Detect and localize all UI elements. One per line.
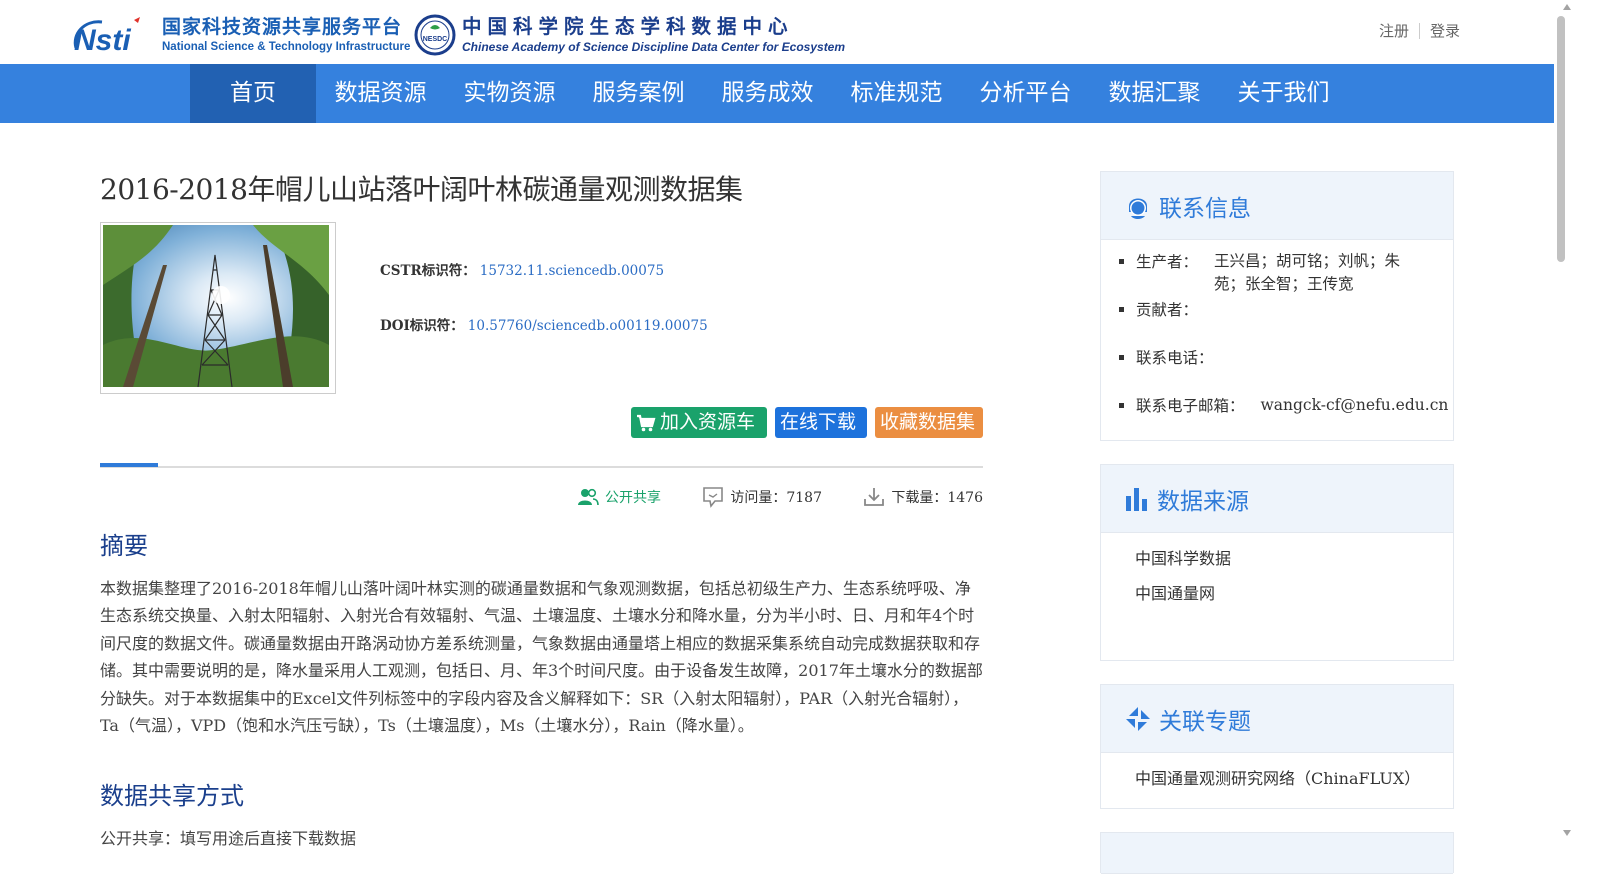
bullet-icon [1119,355,1124,360]
related-topic-header: 关联专题 [1101,685,1453,753]
main-nav-bar: 首页 数据资源 实物资源 服务案例 服务成效 标准规范 分析平台 数据汇聚 关于… [0,64,1554,123]
shopping-cart-icon [637,414,656,431]
logo1-cn-text: 国家科技资源共享服务平台 [162,16,403,38]
email-value[interactable]: wangck-cf@nefu.edu.cn [1261,394,1449,417]
page-scrollbar[interactable] [1554,0,1586,861]
add-to-cart-button[interactable]: 加入资源车 [631,407,767,438]
nsti-logo-mark-icon: Nsti [70,14,156,57]
visit-count: 访问量：7187 [702,486,822,508]
cstr-link[interactable]: 15732.11.sciencedb.00075 [480,263,664,279]
data-source-item[interactable]: 中国科学数据 [1135,545,1231,569]
contributor-row: 贡献者： [1119,298,1214,320]
tab-divider [100,466,983,468]
share-status: 公开共享 [577,487,661,507]
doi-link[interactable]: 10.57760/sciencedb.o00119.00075 [468,318,708,334]
nav-item-home[interactable]: 首页 [190,64,316,123]
download-count-text: 下载量：1476 [891,490,983,506]
bullet-icon [1119,259,1124,264]
nav-item-data-aggregation[interactable]: 数据汇聚 [1090,64,1219,123]
nesdc-badge-icon: NESDC [414,14,456,56]
comment-icon [703,487,724,508]
email-row: 联系电子邮箱： wangck-cf@nefu.edu.cn [1119,394,1448,417]
login-link[interactable]: 登录 [1430,20,1460,41]
related-topic-title: 关联专题 [1159,708,1251,735]
contact-info-card: 联系信息 生产者： 王兴昌；胡可铭；刘帆；朱苑；张全智；王传宽 贡献者： 联系电… [1100,171,1454,441]
main-nav: 首页 数据资源 实物资源 服务案例 服务成效 标准规范 分析平台 数据汇聚 关于… [190,64,1348,123]
contributor-label: 贡献者： [1136,301,1199,319]
nav-item-service-results[interactable]: 服务成效 [703,64,832,123]
dataset-action-buttons: 加入资源车 在线下载 收藏数据集 [631,407,983,438]
logo1-en-text: National Science & Technology Infrastruc… [162,41,411,53]
favorite-dataset-button[interactable]: 收藏数据集 [875,407,983,438]
bullet-icon [1119,403,1124,408]
users-icon [578,488,599,506]
nav-item-analysis-platform[interactable]: 分析平台 [961,64,1090,123]
bullet-icon [1119,307,1124,312]
dataset-stats: 公开共享 访问量：7187 下载量：1476 [577,486,983,508]
auth-links: 注册 登录 [1379,20,1460,41]
sharing-heading: 数据共享方式 [100,782,244,810]
dataset-thumbnail [100,222,336,394]
next-sidebar-card-header [1101,833,1453,874]
svg-text:Nsti: Nsti [74,24,131,56]
next-sidebar-card [1100,832,1454,874]
share-status-text: 公开共享 [605,490,661,506]
cstr-row: CSTR标识符： 15732.11.sciencedb.00075 [380,259,664,279]
nav-item-standards[interactable]: 标准规范 [832,64,961,123]
related-topic-card: 关联专题 中国通量观测研究网络（ChinaFLUX） [1100,684,1454,809]
nav-item-service-cases[interactable]: 服务案例 [574,64,703,123]
doi-row: DOI标识符： 10.57760/sciencedb.o00119.00075 [380,314,708,334]
bar-chart-icon [1126,487,1147,511]
nav-item-data-resources[interactable]: 数据资源 [316,64,445,123]
sharing-text: 公开共享：填写用途后直接下载数据 [100,829,357,848]
cstr-label: CSTR标识符： [380,263,476,279]
email-label: 联系电子邮箱： [1136,397,1245,415]
phone-label: 联系电话： [1136,349,1214,367]
nesdc-logo[interactable]: NESDC 中国科学院生态学科数据中心 Chinese Academy of S… [414,14,845,56]
data-source-title: 数据来源 [1157,488,1249,515]
download-icon [864,488,885,506]
add-to-cart-label: 加入资源车 [660,411,756,433]
download-count: 下载量：1476 [863,487,983,507]
abstract-heading: 摘要 [100,532,148,560]
scroll-up-arrow-icon[interactable] [1563,4,1571,10]
scroll-down-arrow-icon[interactable] [1563,830,1571,836]
scroll-thumb[interactable] [1557,16,1565,262]
related-topic-item[interactable]: 中国通量观测研究网络（ChinaFLUX） [1135,765,1425,789]
data-source-card: 数据来源 中国科学数据 中国通量网 [1100,464,1454,661]
doi-label: DOI标识符： [380,318,464,334]
producer-value: 王兴昌；胡可铭；刘帆；朱苑；张全智；王传宽 [1214,252,1401,293]
logo2-en-text: Chinese Academy of Science Discipline Da… [462,40,846,54]
data-source-item[interactable]: 中国通量网 [1135,580,1215,604]
flux-tower-forest-image [103,225,329,387]
active-tab-indicator [100,463,158,467]
data-source-header: 数据来源 [1101,465,1453,533]
producer-label: 生产者： [1136,253,1199,271]
nav-item-physical-resources[interactable]: 实物资源 [445,64,574,123]
nav-item-about-us[interactable]: 关于我们 [1219,64,1348,123]
abstract-text: 本数据集整理了2016-2018年帽儿山落叶阔叶林实测的碳通量数据和气象观测数据… [100,579,983,736]
contact-info-title: 联系信息 [1159,195,1251,222]
dataset-title: 2016-2018年帽儿山站落叶阔叶林碳通量观测数据集 [100,173,743,206]
svg-text:NESDC: NESDC [423,36,448,43]
contact-person-icon [1129,198,1147,219]
logo2-cn-text: 中国科学院生态学科数据中心 [462,15,794,38]
top-header: Nsti 国家科技资源共享服务平台 National Science & Tec… [0,0,1586,64]
auth-divider [1418,22,1420,39]
producer-row: 生产者： 王兴昌；胡可铭；刘帆；朱苑；张全智；王传宽 [1119,250,1424,296]
phone-row: 联系电话： [1119,346,1230,368]
contact-info-header: 联系信息 [1101,172,1453,240]
topic-arrows-icon [1126,706,1150,731]
online-download-button[interactable]: 在线下载 [775,407,867,438]
visit-count-text: 访问量：7187 [730,490,822,506]
nsti-logo[interactable]: Nsti 国家科技资源共享服务平台 National Science & Tec… [70,14,411,57]
register-link[interactable]: 注册 [1379,20,1409,41]
